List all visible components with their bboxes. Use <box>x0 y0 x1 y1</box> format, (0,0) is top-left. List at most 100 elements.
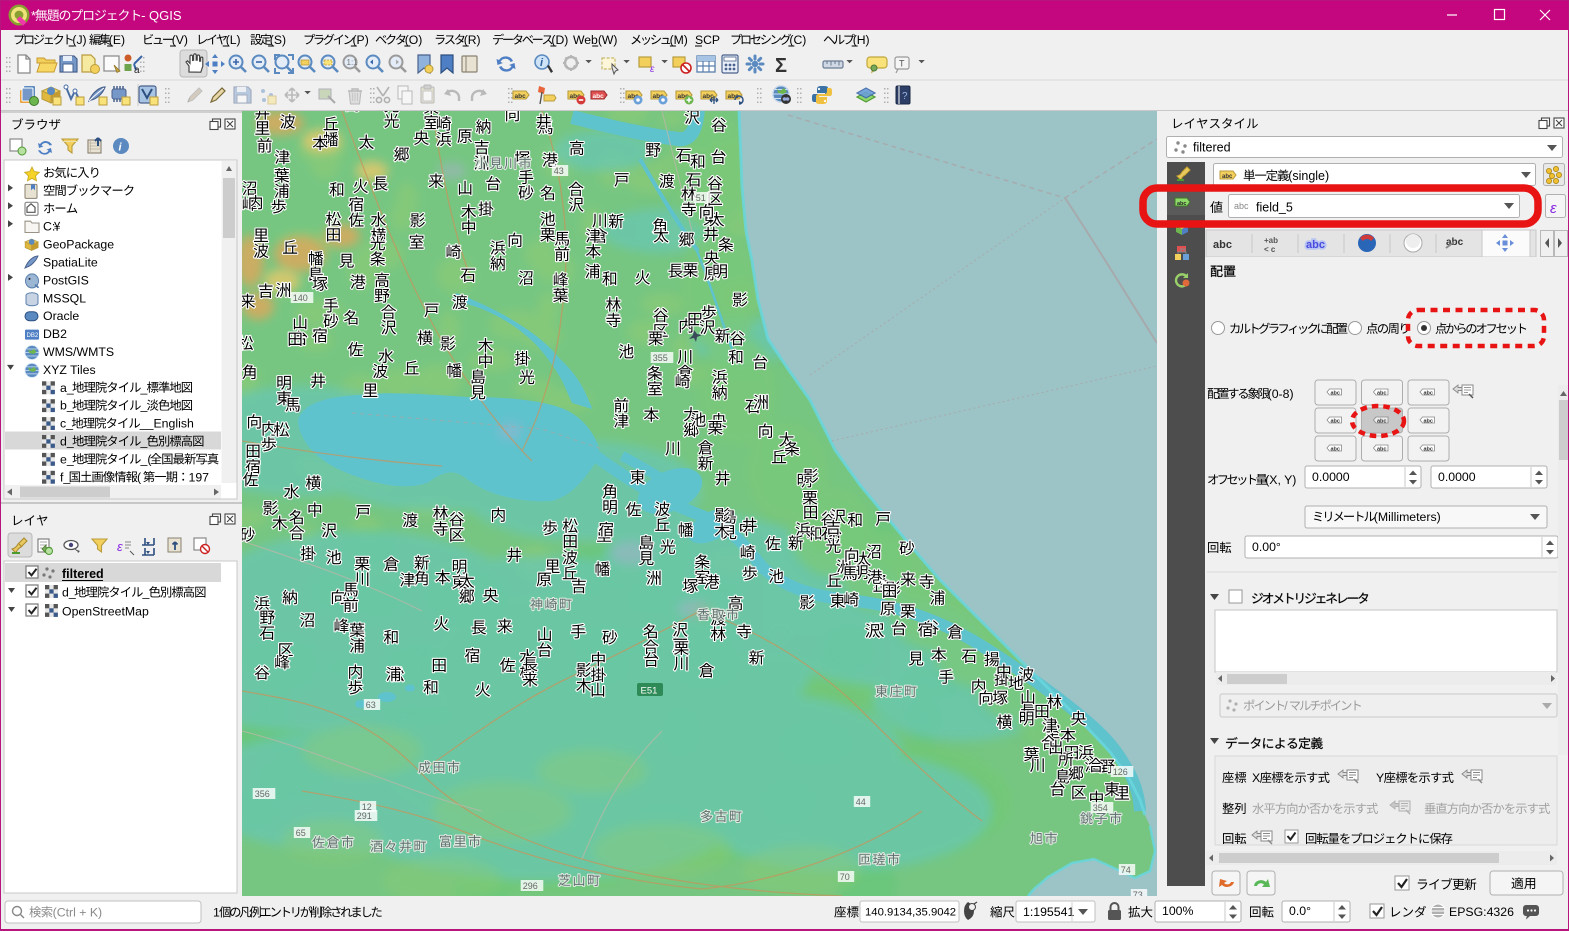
svg-text:0.00°: 0.00° <box>1252 540 1281 554</box>
svg-text:_(: _( <box>140 452 153 466</box>
svg-text:abc: abc <box>1377 419 1386 425</box>
svg-text:b_: b_ <box>60 399 74 413</box>
svg-text:abc: abc <box>515 93 527 100</box>
svg-text:65: 65 <box>296 828 306 838</box>
svg-text:a: a <box>134 65 140 76</box>
svg-text:filtered: filtered <box>62 567 104 581</box>
svg-text:Oracle: Oracle <box>43 309 79 323</box>
svg-text:(R): (R) <box>464 33 481 47</box>
svg-text:abc: abc <box>1306 239 1325 251</box>
svg-text:74: 74 <box>1121 865 1131 875</box>
svg-text:70: 70 <box>840 872 850 882</box>
svg-text:(L): (L) <box>226 33 241 47</box>
svg-text:ε: ε <box>117 539 123 554</box>
svg-text:E51: E51 <box>641 686 658 697</box>
svg-text:_: _ <box>140 399 148 413</box>
svg-text:abc: abc <box>1213 239 1232 251</box>
svg-text:43: 43 <box>554 166 564 176</box>
svg-text:f_: f_ <box>60 470 70 484</box>
svg-text:354: 354 <box>1093 803 1108 813</box>
svg-text:126: 126 <box>1113 767 1128 777</box>
svg-text:(C): (C) <box>789 33 806 47</box>
svg-text:XYZ Tiles: XYZ Tiles <box>43 363 96 377</box>
svg-text:abc: abc <box>1331 391 1340 397</box>
svg-text:field_5: field_5 <box>1256 201 1293 215</box>
svg-text:291: 291 <box>357 811 372 821</box>
svg-text:(V): (V) <box>172 33 188 47</box>
svg-text:100%: 100% <box>1162 904 1194 918</box>
svg-text:0.0°: 0.0° <box>1289 904 1311 918</box>
svg-text:Σ: Σ <box>775 55 787 77</box>
svg-text:Web(W): Web(W) <box>573 33 617 47</box>
svg-text:(H): (H) <box>853 33 870 47</box>
svg-text:(M): (M) <box>670 33 688 47</box>
svg-text:abc: abc <box>1424 391 1433 397</box>
svg-text:DB2: DB2 <box>27 333 39 339</box>
svg-text:(P): (P) <box>353 33 369 47</box>
svg-text:(0-8): (0-8) <box>1268 387 1294 401</box>
svg-text:d_: d_ <box>60 435 74 449</box>
svg-text:OpenStreetMap: OpenStreetMap <box>62 605 149 619</box>
svg-text:abc: abc <box>1177 201 1186 207</box>
svg-text:filtered: filtered <box>1193 141 1231 155</box>
svg-text:ε: ε <box>650 64 655 75</box>
svg-text:< c: < c <box>1264 245 1276 254</box>
svg-text:C:: C: <box>43 220 55 234</box>
svg-text:e_: e_ <box>60 452 74 466</box>
svg-text:(D): (D) <box>551 33 568 47</box>
svg-text:(E): (E) <box>109 33 125 47</box>
svg-text:T: T <box>899 59 905 69</box>
svg-text:_: _ <box>140 381 148 395</box>
svg-text:197: 197 <box>189 470 210 484</box>
svg-text:1: 1 <box>213 906 220 920</box>
svg-text:63: 63 <box>366 700 376 710</box>
svg-text:(single): (single) <box>1288 169 1329 183</box>
svg-text:+ab: +ab <box>1264 236 1278 245</box>
svg-text:d_: d_ <box>62 586 76 600</box>
svg-text:abc: abc <box>1234 201 1249 211</box>
svg-text:abc: abc <box>1377 391 1386 397</box>
svg-text:(O): (O) <box>405 33 423 47</box>
svg-text:__English: __English <box>139 417 194 431</box>
svg-text:c_: c_ <box>60 417 73 431</box>
svg-text:0.0000: 0.0000 <box>1438 470 1476 484</box>
svg-text:MSSQL: MSSQL <box>43 291 86 305</box>
svg-text:- QGIS: - QGIS <box>141 8 182 23</box>
svg-text:abc: abc <box>1331 447 1340 453</box>
svg-text:_: _ <box>140 435 148 449</box>
svg-text:44: 44 <box>856 797 866 807</box>
svg-text:1:1: 1:1 <box>347 58 359 67</box>
svg-text:abc: abc <box>1424 419 1433 425</box>
svg-text:51: 51 <box>696 193 706 203</box>
svg-text:DB2: DB2 <box>43 327 67 341</box>
svg-text:EPSG:4326: EPSG:4326 <box>1449 905 1514 919</box>
svg-text:(Ctrl + K): (Ctrl + K) <box>53 906 103 920</box>
svg-text:296: 296 <box>523 881 538 891</box>
svg-text:abc: abc <box>1222 174 1233 180</box>
svg-text:_: _ <box>142 586 150 600</box>
svg-text:GeoPackage: GeoPackage <box>43 238 114 252</box>
svg-text:/: / <box>1284 699 1288 713</box>
svg-text:abc: abc <box>593 93 605 100</box>
svg-text:X: X <box>1252 771 1260 785</box>
svg-text:abc: abc <box>1331 419 1340 425</box>
svg-text:Y: Y <box>1376 771 1384 785</box>
svg-text:(Millimeters): (Millimeters) <box>1374 510 1441 524</box>
svg-text:140: 140 <box>293 293 308 303</box>
svg-text:a_: a_ <box>60 381 74 395</box>
svg-text:?: ? <box>902 91 908 102</box>
svg-text:356: 356 <box>255 789 270 799</box>
svg-text:PostGIS: PostGIS <box>43 273 89 287</box>
svg-text:(S): (S) <box>270 33 286 47</box>
svg-text:abc: abc <box>1424 447 1433 453</box>
svg-text:*: * <box>31 8 36 23</box>
svg-text:1:195541: 1:195541 <box>1023 905 1074 919</box>
svg-text:WMS/WMTS: WMS/WMTS <box>43 345 114 359</box>
svg-text:ε: ε <box>1550 200 1557 217</box>
svg-text:(J): (J) <box>72 33 86 47</box>
svg-text:abc: abc <box>703 93 715 100</box>
svg-text:SCP: SCP <box>695 33 720 47</box>
svg-text:abc: abc <box>1377 447 1386 453</box>
svg-text:(X, Y): (X, Y) <box>1265 473 1296 487</box>
svg-text:SpatiaLite: SpatiaLite <box>43 256 98 270</box>
